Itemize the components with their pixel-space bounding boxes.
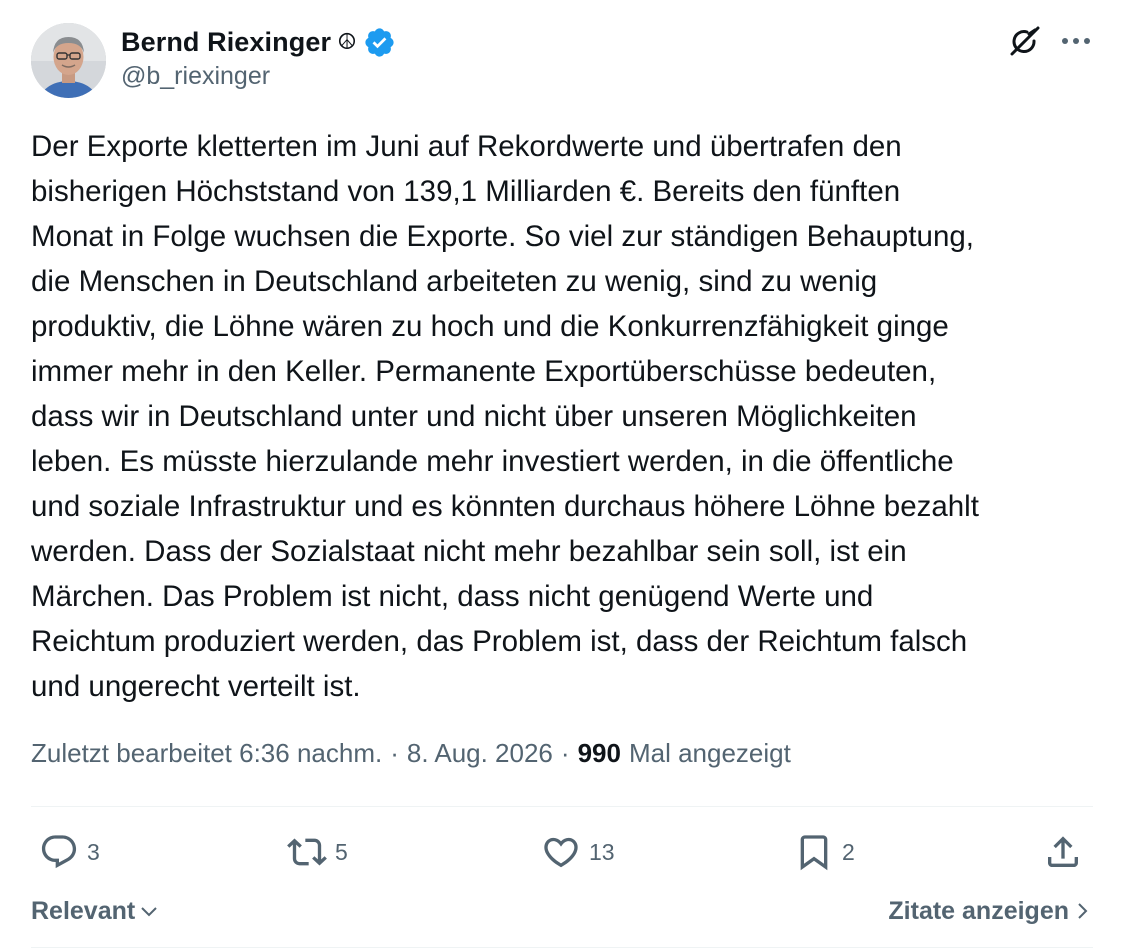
like-count: 13	[589, 838, 615, 865]
avatar-image	[31, 23, 106, 98]
quotes-label: Zitate anzeigen	[888, 896, 1069, 925]
view-quotes-link[interactable]: Zitate anzeigen	[888, 893, 1091, 929]
tweet-date[interactable]: 8. Aug. 2026	[407, 738, 553, 769]
divider	[31, 806, 1093, 807]
bookmark-icon	[800, 835, 828, 871]
reply-button[interactable]: 3	[39, 828, 100, 876]
share-button[interactable]	[1043, 828, 1083, 876]
heart-icon	[544, 837, 578, 868]
edited-timestamp[interactable]: Zuletzt bearbeitet 6:36 nachm.	[31, 738, 382, 769]
sort-replies-dropdown[interactable]: Relevant	[31, 893, 159, 929]
author-handle[interactable]: @b_riexinger	[121, 62, 270, 91]
meta-separator: ·	[390, 738, 399, 768]
tweet-meta: Zuletzt bearbeitet 6:36 nachm. · 8. Aug.…	[31, 738, 791, 769]
avatar[interactable]	[31, 23, 106, 98]
grok-button[interactable]	[1006, 23, 1044, 61]
views-label: Mal angezeigt	[628, 738, 791, 768]
more-options-button[interactable]	[1058, 26, 1094, 56]
views-count: 990	[577, 738, 621, 768]
more-dots-icon	[1062, 38, 1090, 44]
bookmark-count: 2	[842, 838, 855, 865]
peace-emoji: ☮	[337, 29, 357, 54]
sort-label: Relevant	[31, 896, 136, 925]
like-button[interactable]: 13	[541, 828, 615, 876]
tweet-text: Der Exporte kletterten im Juni auf Rekor…	[31, 130, 979, 703]
repost-count: 5	[335, 838, 348, 865]
bookmark-button[interactable]: 2	[794, 828, 855, 876]
share-icon	[1048, 836, 1078, 867]
chevron-right-icon	[1078, 903, 1088, 919]
tweet-detail: Bernd Riexinger ☮ @b_riexinger Der Expor…	[0, 0, 1123, 950]
verified-badge-icon[interactable]	[363, 26, 396, 59]
author-name-row[interactable]: Bernd Riexinger ☮	[121, 24, 396, 60]
author-name[interactable]: Bernd Riexinger	[121, 27, 331, 58]
divider	[31, 947, 1093, 948]
repost-icon	[287, 838, 327, 866]
reply-count: 3	[87, 838, 100, 865]
chevron-down-icon	[141, 907, 157, 917]
reply-icon	[41, 835, 77, 869]
meta-separator: ·	[560, 738, 570, 768]
grok-icon	[1010, 26, 1040, 56]
repost-button[interactable]: 5	[287, 828, 348, 876]
action-bar: 3 5 13 2	[31, 828, 1093, 876]
